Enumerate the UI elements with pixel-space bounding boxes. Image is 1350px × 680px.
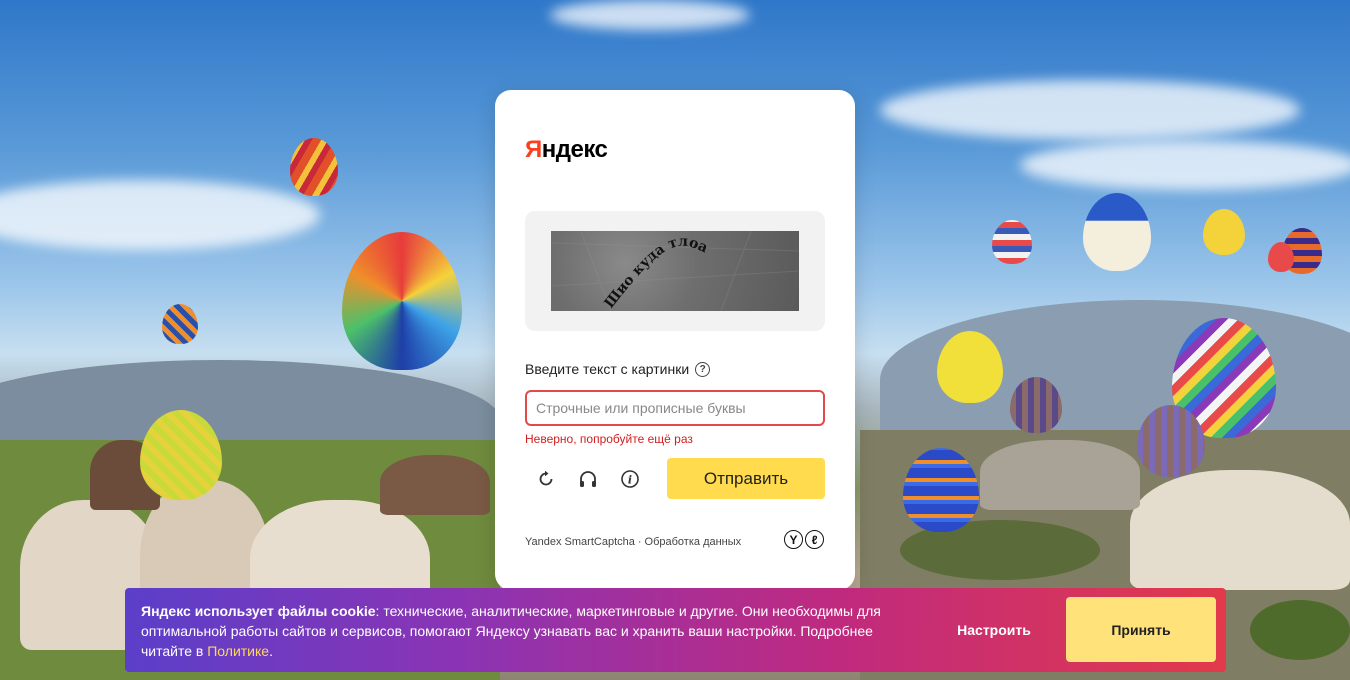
footer-brand: Yandex SmartCaptcha bbox=[525, 536, 635, 548]
rock-formation bbox=[1130, 470, 1350, 590]
smartcaptcha-badge[interactable]: Y ℓ bbox=[784, 530, 824, 549]
rock-formation bbox=[980, 440, 1140, 510]
refresh-button[interactable] bbox=[533, 466, 559, 492]
balloon-icon bbox=[162, 304, 198, 344]
refresh-icon bbox=[539, 470, 553, 486]
captcha-footer: Yandex SmartCaptcha · Обработка данных bbox=[525, 536, 741, 548]
balloon-icon bbox=[1268, 242, 1294, 272]
submit-button[interactable]: Отправить bbox=[667, 458, 825, 499]
yandex-logo[interactable]: Яндекс bbox=[525, 136, 608, 164]
cloud bbox=[880, 80, 1300, 140]
cookie-bold-text: Яндекс использует файлы cookie bbox=[141, 603, 376, 619]
configure-button[interactable]: Настроить bbox=[940, 610, 1048, 650]
cookie-tail: . bbox=[269, 643, 273, 659]
info-button[interactable]: i bbox=[617, 466, 643, 492]
accept-button[interactable]: Принять bbox=[1066, 597, 1216, 662]
balloon-icon bbox=[992, 220, 1032, 264]
balloon-icon bbox=[1083, 193, 1151, 271]
captcha-distorted-text: Шио куда тлоа bbox=[551, 231, 799, 311]
data-processing-link[interactable]: Обработка данных bbox=[645, 536, 742, 548]
smartcaptcha-icon: ℓ bbox=[805, 530, 824, 549]
help-icon[interactable]: ? bbox=[695, 361, 711, 377]
balloon-icon bbox=[1203, 209, 1245, 255]
cloud bbox=[550, 0, 750, 30]
trees bbox=[1250, 600, 1350, 660]
captcha-prompt: Введите текст с картинки ? bbox=[525, 361, 711, 377]
logo-word: ндекс bbox=[541, 136, 608, 163]
footer-separator: · bbox=[637, 536, 642, 548]
prompt-label: Введите текст с картинки bbox=[525, 361, 690, 377]
error-message: Неверно, попробуйте ещё раз bbox=[525, 432, 693, 446]
cloud bbox=[0, 180, 320, 250]
captcha-image: Шио куда тлоа bbox=[551, 231, 799, 311]
balloon-icon bbox=[342, 232, 462, 370]
captcha-image-container: Шио куда тлоа bbox=[525, 211, 825, 331]
captcha-card: Яндекс Шио куда тлоа Введите текст с кар… bbox=[495, 90, 855, 590]
balloon-icon bbox=[290, 138, 338, 196]
rock-formation bbox=[380, 455, 490, 515]
svg-text:i: i bbox=[628, 474, 632, 487]
headphones-icon bbox=[580, 471, 596, 487]
policy-link[interactable]: Политике bbox=[207, 643, 269, 659]
logo-letter: Я bbox=[525, 136, 542, 163]
captcha-answer-input[interactable] bbox=[525, 390, 825, 426]
cloud bbox=[1020, 140, 1350, 190]
yandex-y-icon: Y bbox=[784, 530, 803, 549]
balloon-icon bbox=[1010, 377, 1062, 433]
cookie-text: Яндекс использует файлы cookie: техничес… bbox=[141, 601, 921, 661]
cookie-banner: Яндекс использует файлы cookie: техничес… bbox=[125, 588, 1226, 672]
info-icon: i bbox=[621, 470, 639, 488]
audio-button[interactable] bbox=[575, 466, 601, 492]
